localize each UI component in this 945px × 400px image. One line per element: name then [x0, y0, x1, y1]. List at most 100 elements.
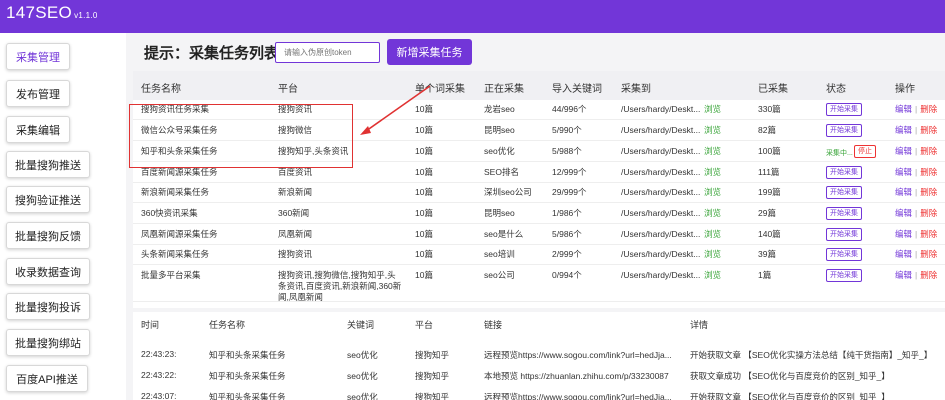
running-status: 采集中...	[826, 150, 853, 157]
edit-link[interactable]: 编辑	[895, 270, 912, 280]
edit-link[interactable]: 编辑	[895, 229, 912, 239]
log-link[interactable]: 本地预览 https://zhuanlan.zhihu.com/p/332300…	[484, 370, 684, 382]
delete-link[interactable]: 删除	[920, 270, 937, 280]
task-platform: 凤凰新闻	[278, 229, 313, 239]
edit-link[interactable]: 编辑	[895, 187, 912, 197]
delete-link[interactable]: 删除	[920, 125, 937, 135]
sidebar-item[interactable]: 批量搜狗投诉	[6, 293, 90, 320]
delete-link[interactable]: 删除	[920, 187, 937, 197]
table-row: 批量多平台采集 搜狗资讯,搜狗微信,搜狗知乎,头条资讯,百度资讯,新浪新闻,360…	[133, 265, 945, 302]
action-separator: |	[915, 125, 918, 135]
sidebar-item[interactable]: 发布管理	[6, 80, 70, 107]
action-separator: |	[915, 229, 918, 239]
sidebar-item[interactable]: 批量搜狗绑站	[6, 329, 90, 356]
row-actions: 编辑 | 删除	[895, 270, 937, 281]
delete-link[interactable]: 删除	[920, 208, 937, 218]
collected-count: 140篇	[758, 229, 781, 239]
row-actions: 编辑 | 删除	[895, 125, 937, 136]
log-link[interactable]: 远程预览https://www.sogou.com/link?url=hedJj…	[484, 349, 684, 361]
action-separator: |	[915, 146, 918, 156]
action-separator: |	[915, 187, 918, 197]
edit-link[interactable]: 编辑	[895, 208, 912, 218]
start-button[interactable]: 开始采集	[826, 207, 862, 220]
current-keyword: 龙岩seo	[484, 104, 515, 114]
current-keyword: SEO排名	[484, 167, 519, 177]
start-button[interactable]: 开始采集	[826, 124, 862, 137]
log-keyword: seo优化	[347, 350, 378, 360]
log-time: 22:43:23:	[141, 349, 177, 359]
sidebar-item[interactable]: 百度API推送	[6, 365, 88, 392]
current-keyword: seo是什么	[484, 229, 524, 239]
save-path: /Users/hardy/Deskt...	[621, 229, 701, 239]
log-detail: 获取文章成功 【SEO优化与百度竞价的区别_知乎_】	[690, 371, 890, 381]
collected-count: 111篇	[758, 167, 780, 177]
start-button[interactable]: 开始采集	[826, 228, 862, 241]
table-header: 任务名称 平台 单个词采集 正在采集 导入关键词 采集到 已采集 状态 操作	[133, 71, 945, 100]
top-bar: 147SEO v1.1.0	[0, 0, 945, 33]
sidebar-item[interactable]: 采集编辑	[6, 116, 70, 143]
save-path: /Users/hardy/Deskt...	[621, 249, 701, 259]
browse-link[interactable]: 浏览	[704, 146, 721, 157]
save-path: /Users/hardy/Deskt...	[621, 208, 701, 218]
start-button[interactable]: 开始采集	[826, 248, 862, 261]
edit-link[interactable]: 编辑	[895, 146, 912, 156]
browse-link[interactable]: 浏览	[704, 125, 721, 136]
delete-link[interactable]: 删除	[920, 229, 937, 239]
delete-link[interactable]: 删除	[920, 249, 937, 259]
browse-link[interactable]: 浏览	[704, 229, 721, 240]
column-header: 操作	[895, 84, 915, 95]
log-row: 22:43:23: 知乎和头条采集任务 seo优化 搜狗知乎 远程预览https://w…	[133, 345, 945, 365]
edit-link[interactable]: 编辑	[895, 125, 912, 135]
collected-count: 330篇	[758, 104, 781, 114]
row-actions: 编辑 | 删除	[895, 146, 937, 157]
delete-link[interactable]: 删除	[920, 146, 937, 156]
sidebar-item[interactable]: 批量搜狗反馈	[6, 222, 90, 249]
start-button[interactable]: 开始采集	[826, 269, 862, 282]
action-separator: |	[915, 249, 918, 259]
browse-link[interactable]: 浏览	[704, 187, 721, 198]
task-platform: 百度资讯	[278, 167, 313, 177]
log-column-header: 关键词	[347, 320, 375, 330]
keyword-progress: 12/999个	[552, 167, 587, 177]
add-task-button[interactable]: 新增采集任务	[387, 39, 472, 65]
edit-link[interactable]: 编辑	[895, 167, 912, 177]
start-button[interactable]: 开始采集	[826, 166, 862, 179]
app-name: 147SEO	[6, 3, 73, 22]
log-column-header: 详情	[690, 320, 709, 330]
token-input[interactable]	[275, 42, 380, 63]
sidebar-item[interactable]: 收录数据查询	[6, 258, 90, 285]
delete-link[interactable]: 删除	[920, 167, 937, 177]
browse-link[interactable]: 浏览	[704, 270, 721, 281]
browse-link[interactable]: 浏览	[704, 167, 721, 178]
collected-count: 29篇	[758, 208, 776, 218]
task-name: 凤凰新闻源采集任务	[141, 229, 218, 239]
delete-link[interactable]: 删除	[920, 104, 937, 114]
collected-count: 1篇	[758, 270, 772, 280]
sidebar-item[interactable]: 搜狗验证推送	[6, 186, 90, 213]
per-word-count: 10篇	[415, 104, 433, 114]
keyword-progress: 2/999个	[552, 249, 582, 259]
log-time: 22:43:22:	[141, 370, 177, 380]
column-header: 正在采集	[484, 84, 524, 95]
browse-link[interactable]: 浏览	[704, 208, 721, 219]
task-platform: 360新闻	[278, 208, 310, 218]
browse-link[interactable]: 浏览	[704, 249, 721, 260]
stop-button[interactable]: 停止	[854, 145, 876, 158]
log-link[interactable]: 远程预览https://www.sogou.com/link?url=hedJj…	[484, 391, 684, 400]
edit-link[interactable]: 编辑	[895, 249, 912, 259]
keyword-progress: 5/986个	[552, 229, 582, 239]
row-actions: 编辑 | 删除	[895, 104, 937, 115]
task-name: 360快资讯采集	[141, 208, 198, 218]
collected-count: 100篇	[758, 146, 781, 156]
collected-count: 39篇	[758, 249, 776, 259]
edit-link[interactable]: 编辑	[895, 104, 912, 114]
browse-link[interactable]: 浏览	[704, 104, 721, 115]
sidebar-item[interactable]: 批量搜狗推送	[6, 151, 90, 178]
column-header: 任务名称	[141, 84, 181, 95]
save-path: /Users/hardy/Deskt...	[621, 270, 701, 280]
sidebar-item[interactable]: 采集管理	[6, 43, 70, 70]
keyword-progress: 44/996个	[552, 104, 587, 114]
log-column-header: 链接	[484, 320, 503, 330]
start-button[interactable]: 开始采集	[826, 186, 862, 199]
start-button[interactable]: 开始采集	[826, 103, 862, 116]
